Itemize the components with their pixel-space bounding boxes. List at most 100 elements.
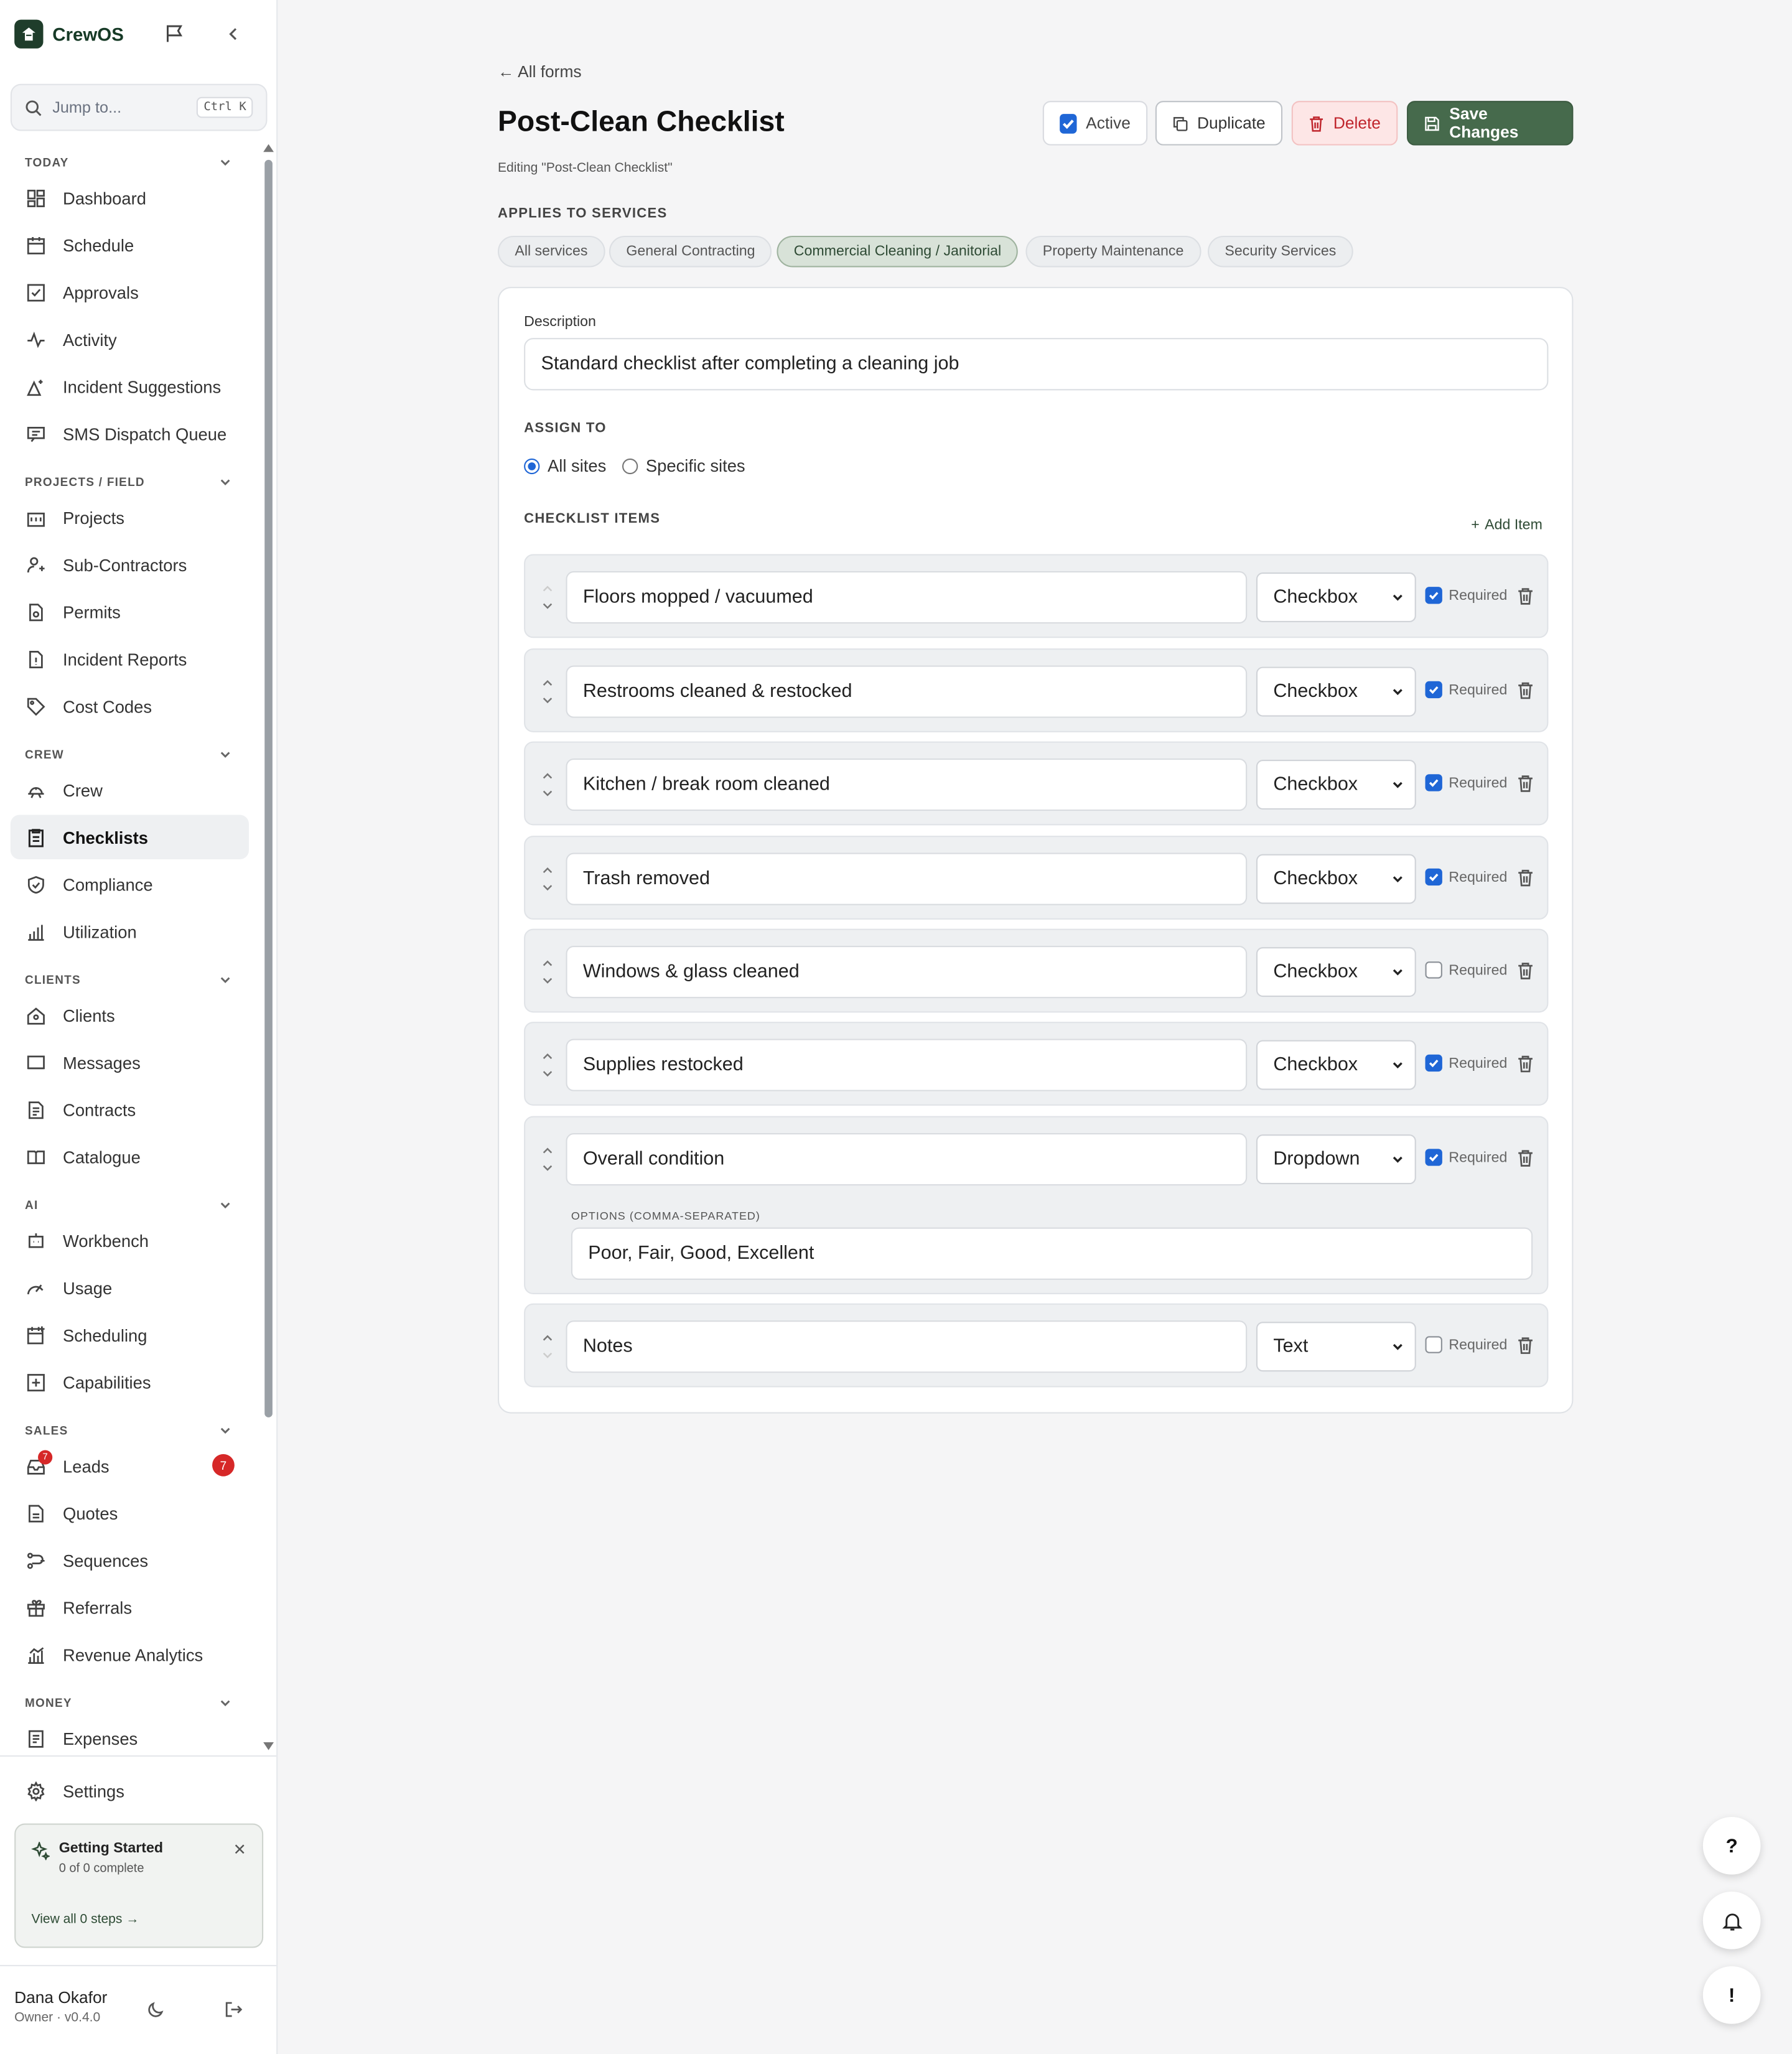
add-item-button[interactable]: + Add Item (1471, 518, 1542, 533)
active-toggle[interactable]: Active (1042, 101, 1148, 146)
sidebar-scrollbar[interactable] (263, 144, 274, 1755)
radio-all-sites[interactable] (524, 457, 540, 474)
chevron-up-icon[interactable] (543, 1052, 553, 1060)
sidebar-item-cost-codes[interactable]: Cost Codes (11, 684, 249, 729)
chevron-down-icon[interactable] (543, 602, 553, 610)
reorder-handle[interactable] (541, 1052, 554, 1078)
save-changes-button[interactable]: Save Changes (1407, 101, 1574, 146)
scrollbar-thumb[interactable] (264, 159, 273, 1417)
chevron-down-icon[interactable] (217, 1695, 233, 1711)
scroll-down-arrow-icon[interactable] (263, 1742, 274, 1750)
chevron-down-icon[interactable] (543, 978, 553, 986)
reorder-handle[interactable] (541, 1146, 554, 1172)
view-all-steps-link[interactable]: View all 0 steps → (32, 1913, 139, 1927)
item-type-select[interactable]: Checkbox (1256, 760, 1416, 810)
required-toggle[interactable]: Required (1425, 681, 1507, 699)
sidebar-item-incident-reports[interactable]: Incident Reports (11, 637, 249, 681)
trash-icon[interactable] (1517, 1055, 1534, 1073)
required-toggle[interactable]: Required (1425, 774, 1507, 791)
required-checkbox[interactable] (1425, 774, 1442, 791)
required-checkbox[interactable] (1425, 681, 1442, 699)
required-checkbox[interactable] (1425, 1054, 1442, 1072)
trash-icon[interactable] (1517, 869, 1534, 887)
sidebar-item-capabilities[interactable]: Capabilities (11, 1360, 249, 1404)
item-label-input[interactable]: Kitchen / break room cleaned (566, 758, 1248, 811)
chevron-down-icon[interactable] (543, 884, 553, 892)
chevron-down-icon[interactable] (217, 1422, 233, 1438)
radio-specific-sites[interactable] (622, 457, 638, 474)
scroll-up-arrow-icon[interactable] (263, 144, 274, 152)
chevron-up-icon[interactable] (543, 772, 553, 780)
moon-icon[interactable] (147, 2000, 165, 2019)
chevron-down-icon[interactable] (543, 697, 553, 705)
sidebar-item-subcontractors[interactable]: Sub-Contractors (11, 543, 249, 587)
chevron-down-icon[interactable] (217, 1197, 233, 1213)
chevron-up-icon[interactable] (543, 959, 553, 967)
sidebar-item-utilization[interactable]: Utilization (11, 909, 249, 954)
sidebar-item-clients[interactable]: Clients (11, 993, 249, 1038)
options-input[interactable]: Poor, Fair, Good, Excellent (571, 1227, 1533, 1280)
delete-button[interactable]: Delete (1291, 101, 1398, 146)
reorder-handle[interactable] (541, 1333, 554, 1360)
chevron-down-icon[interactable] (217, 972, 233, 987)
sidebar-item-leads[interactable]: 7 Leads 7 (11, 1444, 249, 1488)
chevron-down-icon[interactable] (543, 1070, 553, 1078)
required-toggle[interactable]: Required (1425, 961, 1507, 979)
jump-search-input[interactable]: Jump to... Ctrl K (10, 83, 268, 131)
sidebar-item-settings[interactable]: Settings (11, 1768, 249, 1813)
sidebar-item-catalogue[interactable]: Catalogue (11, 1134, 249, 1179)
chevron-up-icon[interactable] (543, 1333, 553, 1342)
active-checkbox[interactable] (1060, 113, 1077, 133)
chevron-down-icon[interactable] (543, 790, 553, 798)
sidebar-item-incident-suggestions[interactable]: Incident Suggestions (11, 364, 249, 409)
sidebar-item-crew[interactable]: Crew (11, 768, 249, 813)
sidebar-item-checklists[interactable]: Checklists (10, 815, 249, 860)
assign-all-sites-option[interactable]: All sites (524, 456, 606, 475)
sidebar-item-schedule[interactable]: Schedule (11, 223, 249, 268)
item-label-input[interactable]: Windows & glass cleaned (566, 945, 1248, 999)
chevron-up-icon[interactable] (543, 1146, 553, 1154)
trash-icon[interactable] (1517, 774, 1534, 792)
required-toggle[interactable]: Required (1425, 1054, 1507, 1072)
trash-icon[interactable] (1517, 961, 1534, 979)
chevron-down-icon[interactable] (217, 154, 233, 170)
reorder-handle[interactable] (541, 959, 554, 985)
service-chip-general-contracting[interactable]: General Contracting (609, 235, 772, 268)
item-label-input[interactable]: Restrooms cleaned & restocked (566, 665, 1248, 718)
sidebar-item-projects[interactable]: Projects (11, 495, 249, 540)
item-label-input[interactable]: Overall condition (566, 1133, 1248, 1186)
trash-icon[interactable] (1517, 587, 1534, 605)
duplicate-button[interactable]: Duplicate (1155, 101, 1283, 146)
sidebar-item-quotes[interactable]: Quotes (11, 1491, 249, 1536)
sidebar-item-referrals[interactable]: Referrals (11, 1585, 249, 1630)
trash-icon[interactable] (1517, 1149, 1534, 1167)
sidebar-item-compliance[interactable]: Compliance (11, 862, 249, 907)
service-chip-commercial-cleaning[interactable]: Commercial Cleaning / Janitorial (777, 235, 1019, 268)
sidebar-item-sequences[interactable]: Sequences (11, 1538, 249, 1583)
item-type-select[interactable]: Checkbox (1256, 947, 1416, 997)
sidebar-item-activity[interactable]: Activity (11, 317, 249, 362)
chevron-up-icon[interactable] (543, 679, 553, 687)
assign-specific-sites-option[interactable]: Specific sites (622, 456, 745, 475)
sidebar-item-contracts[interactable]: Contracts (11, 1087, 249, 1132)
required-checkbox[interactable] (1425, 587, 1442, 604)
item-type-select[interactable]: Checkbox (1256, 666, 1416, 717)
sidebar-item-workbench[interactable]: Workbench (11, 1218, 249, 1263)
chevron-down-icon[interactable] (543, 1165, 553, 1173)
logout-icon[interactable] (224, 2000, 243, 2019)
item-type-select[interactable]: Text (1256, 1322, 1416, 1372)
sidebar-item-sms-dispatch[interactable]: SMS Dispatch Queue (11, 411, 249, 456)
item-label-input[interactable]: Floors mopped / vacuumed (566, 571, 1248, 624)
required-toggle[interactable]: Required (1425, 587, 1507, 604)
item-type-select[interactable]: Checkbox (1256, 572, 1416, 622)
required-toggle[interactable]: Required (1425, 868, 1507, 886)
chevron-down-icon[interactable] (217, 747, 233, 762)
chevron-up-icon[interactable] (543, 584, 553, 592)
item-label-input[interactable]: Trash removed (566, 852, 1248, 905)
required-toggle[interactable]: Required (1425, 1149, 1507, 1166)
sidebar-item-dashboard[interactable]: Dashboard (11, 175, 249, 220)
item-label-input[interactable]: Supplies restocked (566, 1039, 1248, 1091)
sidebar-item-messages[interactable]: Messages (11, 1040, 249, 1085)
service-chip-property-maintenance[interactable]: Property Maintenance (1025, 235, 1201, 268)
item-type-select[interactable]: Checkbox (1256, 1040, 1416, 1090)
